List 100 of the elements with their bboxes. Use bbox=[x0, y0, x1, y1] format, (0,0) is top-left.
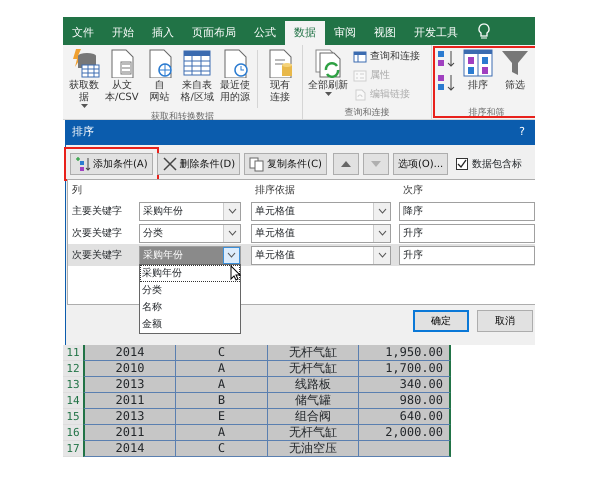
ribbon-button[interactable]: 自 网站 bbox=[142, 48, 178, 104]
table-cell: 340.00 bbox=[359, 377, 451, 393]
check-icon bbox=[457, 159, 468, 169]
combo-box[interactable]: 分类 bbox=[139, 224, 241, 242]
table-cell: A bbox=[176, 377, 268, 393]
ribbon-button[interactable]: 筛选 bbox=[497, 48, 533, 92]
table-cell: 2,000.00 bbox=[359, 425, 451, 441]
ribbon-tab[interactable]: 页面布局 bbox=[183, 21, 245, 45]
column-header: 次序 bbox=[402, 184, 424, 198]
table-cell: 1,700.00 bbox=[359, 361, 451, 377]
link-icon bbox=[353, 88, 367, 100]
table-cell: 2014 bbox=[83, 345, 176, 361]
group-label: 查询和连接 bbox=[344, 107, 390, 119]
table-cell: 无油空压 bbox=[268, 441, 359, 457]
combo-box[interactable]: 单元格值 bbox=[251, 224, 391, 242]
close-icon bbox=[162, 156, 178, 172]
checkbox[interactable] bbox=[456, 158, 468, 170]
table-cell: 无杆气缸 bbox=[268, 345, 359, 361]
help-button[interactable]: ? bbox=[519, 124, 525, 141]
ribbon-tab[interactable]: 开发工具 bbox=[405, 21, 467, 45]
dialog-button[interactable]: 确定 bbox=[413, 310, 469, 332]
row-number: 17 bbox=[63, 441, 83, 457]
checkbox-label: 数据包含标 bbox=[472, 158, 522, 172]
sort-descending-icon bbox=[437, 73, 457, 93]
row-number: 14 bbox=[63, 393, 83, 409]
chevron-down-icon bbox=[227, 252, 236, 258]
table-cell: 640.00 bbox=[359, 409, 451, 425]
table-cell: E bbox=[176, 409, 268, 425]
ribbon-button[interactable]: 来自表 格/区域 bbox=[178, 48, 216, 104]
table-cell: A bbox=[176, 361, 268, 377]
table-icon bbox=[181, 48, 214, 78]
row-label: 主要关键字 bbox=[71, 204, 123, 218]
table-cell: 2013 bbox=[83, 377, 176, 393]
ribbon-tab[interactable]: 文件 bbox=[63, 21, 103, 45]
table-cell: C bbox=[176, 441, 268, 457]
ribbon-button[interactable]: 现有 连接 bbox=[262, 48, 298, 104]
dropdown-item[interactable]: 名称 bbox=[140, 299, 240, 316]
caret-icon bbox=[324, 92, 332, 97]
table-cell: 1,950.00 bbox=[359, 345, 451, 361]
dialog-button[interactable]: 取消 bbox=[477, 310, 533, 332]
chevron-down-icon bbox=[228, 230, 236, 236]
ribbon-button[interactable]: 获取数 据 bbox=[66, 48, 102, 111]
table-cell: 无杆气缸 bbox=[268, 425, 359, 441]
query-icon bbox=[353, 50, 367, 62]
chevron-down-icon bbox=[378, 230, 386, 236]
toolbar-button[interactable]: 删除条件(D) bbox=[156, 153, 240, 175]
toolbar-button[interactable] bbox=[332, 153, 359, 175]
table-cell: 980.00 bbox=[359, 393, 451, 409]
ribbon-tab[interactable]: 视图 bbox=[365, 21, 405, 45]
combo-box[interactable]: 单元格值 bbox=[251, 202, 391, 220]
ribbon-tab[interactable]: 插入 bbox=[143, 21, 183, 45]
ribbon-tab[interactable]: 审阅 bbox=[325, 21, 365, 45]
row-label: 次要关键字 bbox=[71, 248, 123, 262]
ribbon-tab[interactable]: 数据 bbox=[285, 21, 325, 45]
row-number: 15 bbox=[63, 409, 83, 425]
toolbar-button[interactable]: 选项(O)... bbox=[392, 153, 448, 175]
combo-box[interactable]: 单元格值 bbox=[251, 246, 391, 264]
ribbon-button[interactable]: 查询和连接 bbox=[351, 48, 422, 65]
row-number: 12 bbox=[63, 361, 83, 377]
combo-box[interactable]: 升序 bbox=[399, 246, 535, 264]
sort-ascending-icon bbox=[437, 49, 457, 69]
ribbon-button[interactable]: 最近使 用的源 bbox=[216, 48, 253, 104]
add-sort-icon bbox=[75, 156, 91, 172]
caret-icon bbox=[80, 104, 88, 109]
properties-icon bbox=[353, 70, 367, 82]
table-cell: 组合阀 bbox=[268, 409, 359, 425]
column-header: 列 bbox=[71, 184, 83, 198]
chevron-down-icon bbox=[378, 252, 386, 258]
group-label: 排序和筛 bbox=[468, 107, 506, 119]
table-cell: B bbox=[176, 393, 268, 409]
filter-icon bbox=[499, 48, 531, 78]
sort-icon bbox=[462, 48, 494, 78]
table-cell: 储气罐 bbox=[268, 393, 359, 409]
copy-icon bbox=[249, 156, 266, 172]
table-cell: 2011 bbox=[83, 393, 176, 409]
dropdown-item[interactable]: 金额 bbox=[140, 316, 240, 333]
ribbon-tab[interactable]: 公式 bbox=[245, 21, 285, 45]
ribbon-button[interactable]: 排序 bbox=[460, 48, 496, 92]
combo-box[interactable]: 采购年份 bbox=[139, 202, 241, 220]
ribbon-button[interactable]: 从文 本/CSV bbox=[103, 48, 141, 104]
combo-box[interactable]: 降序 bbox=[399, 202, 535, 220]
dropdown-item[interactable]: 分类 bbox=[140, 282, 240, 299]
table-cell: A bbox=[176, 425, 268, 441]
group-label: 获取和转换数据 bbox=[150, 111, 215, 123]
ribbon-tab[interactable]: 开始 bbox=[103, 21, 143, 45]
row-number: 13 bbox=[63, 377, 83, 393]
table-cell: 2013 bbox=[83, 409, 176, 425]
table-cell: 2010 bbox=[83, 361, 176, 377]
table-cell: 无杆气缸 bbox=[268, 361, 359, 377]
row-label: 次要关键字 bbox=[71, 226, 123, 240]
table-cell: 2011 bbox=[83, 425, 176, 441]
dialog-title: 排序 bbox=[72, 124, 94, 140]
ribbon-button[interactable]: 全部刷新 bbox=[306, 48, 350, 99]
chevron-down-icon bbox=[228, 208, 236, 214]
table-cell: 线路板 bbox=[268, 377, 359, 393]
table-cell: C bbox=[176, 345, 268, 361]
toolbar-button[interactable]: 复制条件(C) bbox=[244, 153, 327, 175]
table-cell: 2014 bbox=[83, 441, 176, 457]
combo-box[interactable]: 升序 bbox=[399, 224, 535, 242]
lightbulb-icon bbox=[477, 23, 491, 41]
